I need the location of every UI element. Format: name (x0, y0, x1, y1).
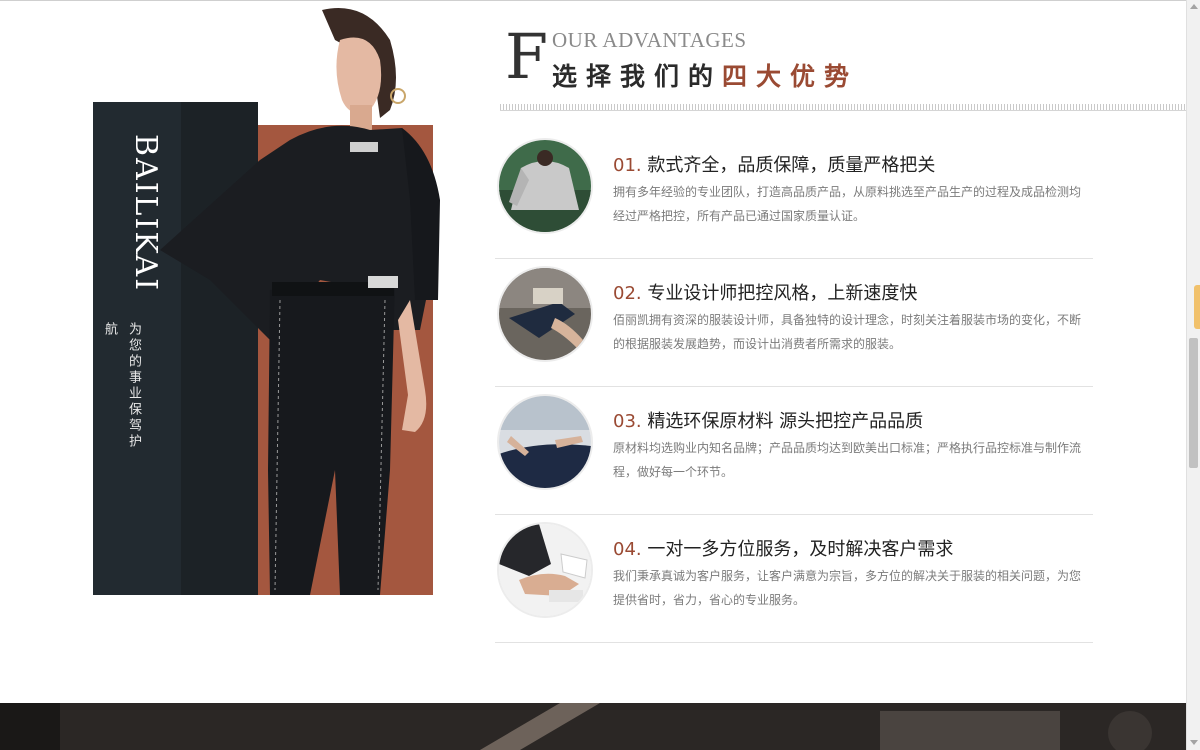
advantage-item[interactable]: 03. 精选环保原材料 源头把控产品品质 原材料均选购业内知名品牌；产品品质均达… (495, 388, 1093, 515)
advantage-title: 03. 精选环保原材料 源头把控产品品质 (613, 407, 923, 433)
handshake-photo-icon (497, 522, 593, 618)
advantage-item[interactable]: 02. 专业设计师把控风格，上新速度快 佰丽凯拥有资深的服装设计师，具备独特的设… (495, 260, 1093, 387)
advantage-title-text: 精选环保原材料 源头把控产品品质 (647, 411, 924, 432)
advantage-number: 02. (613, 283, 642, 304)
advantage-number: 01. (613, 155, 642, 176)
advantage-description: 原材料均选购业内知名品牌；产品品质均达到欧美出口标准；严格执行品控标准与制作流程… (613, 441, 1082, 479)
advantage-list: 01. 款式齐全，品质保障，质量严格把关 拥有多年经验的专业团队，打造高品质产品… (495, 132, 1093, 643)
sweater-photo-icon (497, 138, 593, 234)
advantage-title-text: 一对一多方位服务，及时解决客户需求 (647, 539, 954, 560)
advantage-title: 01. 款式齐全，品质保障，质量严格把关 (613, 151, 935, 177)
next-section-banner (0, 703, 1186, 750)
advantage-title: 02. 专业设计师把控风格，上新速度快 (613, 279, 917, 305)
section-title-cn: 选择我们的四大优势 (552, 57, 858, 93)
advantage-item[interactable]: 04. 一对一多方位服务，及时解决客户需求 我们秉承真诚为客户服务，让客户满意为… (495, 516, 1093, 643)
advantage-number: 03. (613, 411, 642, 432)
advantage-description: 我们秉承真诚为客户服务，让客户满意为宗旨，多方位的解决关于服装的相关问题，为您提… (613, 569, 1082, 607)
floating-side-tab[interactable] (1194, 285, 1200, 329)
advantage-description: 拥有多年经验的专业团队，打造高品质产品，从原料挑选至产品生产的过程及成品检测均经… (613, 185, 1082, 223)
title-cn-prefix: 选择我们的 (552, 62, 723, 91)
advantage-description: 佰丽凯拥有资深的服装设计师，具备独特的设计理念，时刻关注着服装市场的变化，不断的… (613, 313, 1082, 351)
advantage-item[interactable]: 01. 款式齐全，品质保障，质量严格把关 拥有多年经验的专业团队，打造高品质产品… (495, 132, 1093, 259)
scroll-down-icon[interactable] (1190, 740, 1198, 745)
section-title-en: OUR ADVANTAGES (552, 28, 747, 52)
advantage-number: 04. (613, 539, 642, 560)
fabric-cutting-photo-icon (497, 394, 593, 490)
title-initial: F (505, 20, 549, 93)
title-ruler-divider (500, 104, 1186, 111)
title-cn-accent: 四大优势 (722, 62, 859, 91)
advantage-title-text: 专业设计师把控风格，上新速度快 (647, 283, 918, 304)
model-photo (160, 8, 440, 595)
banner-photo (0, 703, 1186, 750)
page-scrollbar[interactable] (1186, 0, 1200, 750)
advantage-title: 04. 一对一多方位服务，及时解决客户需求 (613, 535, 953, 561)
advantage-title-text: 款式齐全，品质保障，质量严格把关 (647, 155, 936, 176)
scroll-up-icon[interactable] (1190, 4, 1198, 9)
scroll-thumb[interactable] (1189, 338, 1198, 468)
sewing-machine-photo-icon (497, 266, 593, 362)
